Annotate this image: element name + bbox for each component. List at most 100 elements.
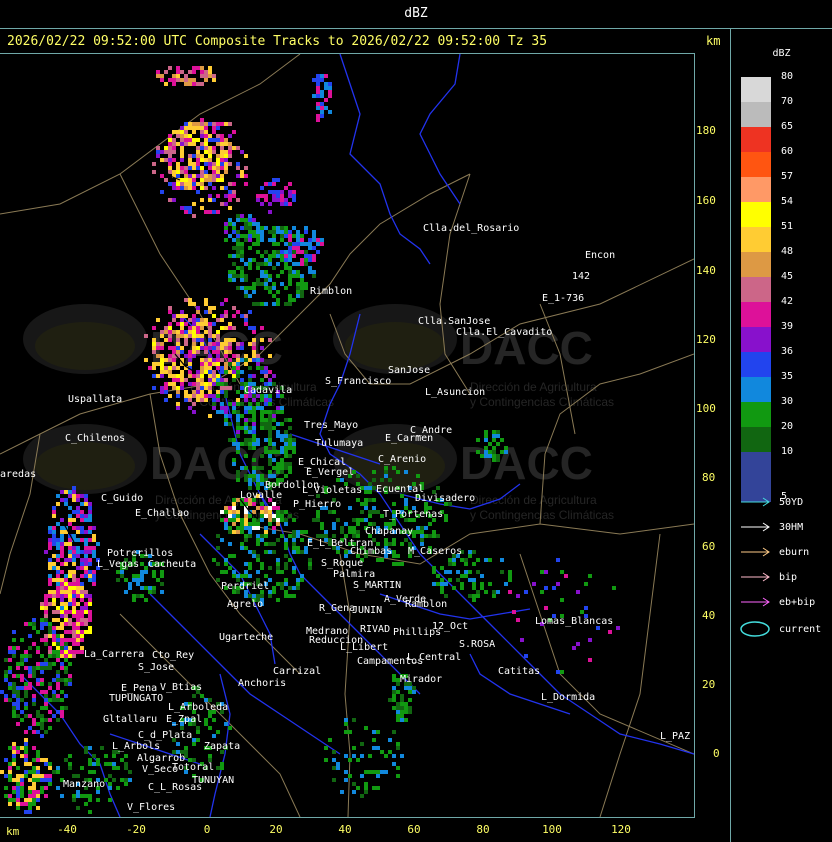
header-text: 2026/02/22 09:52:00 UTC Composite Tracks… [7, 34, 548, 49]
map-canvas: DACC Dirección de Agricultura y Continge… [0, 54, 694, 817]
place-label: C_Chilenos [65, 433, 125, 444]
legend-swatch [741, 352, 771, 377]
legend-level-label: 80 [781, 71, 794, 82]
legend-track-label: 30HM [773, 522, 804, 533]
place-label: L_Vegas [97, 559, 139, 570]
y-tick: 40 [702, 609, 716, 622]
place-label: E_1-736 [542, 293, 584, 304]
legend-track-label: 50YD [773, 497, 804, 508]
legend-track-label: eburn [773, 547, 810, 558]
place-label: Manzano [63, 779, 105, 790]
watermark-brand-4: DACC [460, 437, 593, 489]
place-label: C_Guido [101, 493, 143, 504]
place-label: Chimbas [350, 546, 392, 557]
track-arrow-icon [741, 497, 770, 507]
place-label: L_Asuncion [425, 387, 485, 398]
place-label: E_Zpal [166, 714, 202, 725]
legend-swatch [741, 402, 771, 427]
place-label: Chapanay [365, 526, 413, 537]
legend-title: dBZ [772, 48, 791, 59]
place-label: Cacheuta [148, 559, 196, 570]
place-label: L_Violetas [302, 485, 362, 496]
place-label: Carrizal [273, 666, 321, 677]
place-label: Catitas [498, 666, 540, 677]
place-label: P_Hierro [293, 499, 341, 510]
place-label: RIVAD [360, 624, 390, 635]
legend-swatch [741, 152, 771, 177]
legend-level-label: 30 [781, 396, 794, 407]
place-label: La_Carrera [84, 649, 144, 660]
legend-level-label: 70 [781, 96, 794, 107]
legend-current: current [739, 620, 821, 638]
svg-text:Dirección de Agricultura: Dirección de Agricultura [470, 380, 597, 394]
place-label: 12_Oct [432, 621, 468, 632]
current-ellipse-icon [740, 621, 770, 637]
map-header: 2026/02/22 09:52:00 UTC Composite Tracks… [0, 29, 730, 53]
place-label: Mirador [400, 674, 442, 685]
legend-track-label: eb+bip [773, 597, 816, 608]
y-tick: 180 [696, 124, 716, 137]
svg-text:y Contingencias Climáticas: y Contingencias Climáticas [470, 395, 614, 409]
legend-swatch [741, 202, 771, 227]
x-tick: 0 [203, 823, 211, 836]
radar-map[interactable]: DACC Dirección de Agricultura y Continge… [0, 53, 695, 818]
place-label: Clla.del_Rosario [423, 223, 519, 234]
x-tick: 20 [269, 823, 283, 836]
place-label: Agrelo [227, 599, 263, 610]
place-label: V_Flores [127, 802, 175, 813]
place-label: Divisadero [415, 493, 475, 504]
place-label: Gltallaru [103, 714, 157, 725]
x-tick: 80 [476, 823, 490, 836]
place-label: Anchoris [238, 678, 286, 689]
track-arrow-icon [741, 597, 770, 607]
legend-level-label: 57 [781, 171, 794, 182]
place-label: L_Libert [340, 642, 388, 653]
place-label: L_Dormida [541, 692, 595, 703]
place-label: Clla.El_Cavadito [456, 327, 552, 338]
legend-current-label: current [773, 624, 822, 635]
place-label: Ugarteche [219, 632, 273, 643]
y-tick: 160 [696, 194, 716, 207]
place-label: Lomas_Blancas [535, 616, 613, 627]
place-label: aredas [0, 469, 36, 480]
legend-swatch [741, 377, 771, 402]
x-tick: 60 [407, 823, 421, 836]
y-tick: 140 [696, 264, 716, 277]
place-label: L_Arbols [112, 741, 160, 752]
y-tick: 60 [702, 540, 716, 553]
y-tick: 20 [702, 678, 716, 691]
place-label: Totoral [172, 762, 214, 773]
place-label: S_Jose [138, 662, 174, 673]
legend-level-label: 39 [781, 321, 794, 332]
x-tick: 40 [338, 823, 352, 836]
place-label: M_Caseros [408, 546, 462, 557]
place-label: Rimblon [310, 286, 352, 297]
place-label: 142 [572, 271, 590, 282]
place-label: Clla.SanJose [418, 316, 490, 327]
legend-level-label: 54 [781, 196, 794, 207]
place-label: L_Arboleda [168, 702, 228, 713]
legend-swatch [741, 452, 771, 477]
legend-track-50yd: 50YD [739, 497, 803, 508]
place-label: Uspallata [68, 394, 122, 405]
title-bar: dBZ [0, 0, 832, 29]
place-label: S_MARTIN [353, 580, 401, 591]
place-label: TUPUNGATO [109, 693, 163, 704]
place-label: L_PAZ [660, 731, 690, 742]
y-tick: 0 [713, 747, 720, 760]
place-label: Lovalle [240, 490, 282, 501]
x-tick: -40 [57, 823, 77, 836]
legend-level-label: 35 [781, 371, 794, 382]
place-label: C_L_Rosas [148, 782, 202, 793]
legend-swatch [741, 277, 771, 302]
svg-text:Dirección de Agricultura: Dirección de Agricultura [470, 493, 597, 507]
legend-level-label: 20 [781, 421, 794, 432]
place-label: L_Central [407, 652, 461, 663]
legend-level-label: 65 [781, 121, 794, 132]
legend-panel: dBZ 80 70 65 60 57 54 51 48 45 42 39 36 35 30 20 10 5 50… [731, 28, 832, 842]
y-tick: 100 [696, 402, 716, 415]
legend-swatch [741, 327, 771, 352]
legend-swatch [741, 127, 771, 152]
place-label: JUNIN [352, 605, 382, 616]
place-label: S_Francisco [325, 376, 391, 387]
